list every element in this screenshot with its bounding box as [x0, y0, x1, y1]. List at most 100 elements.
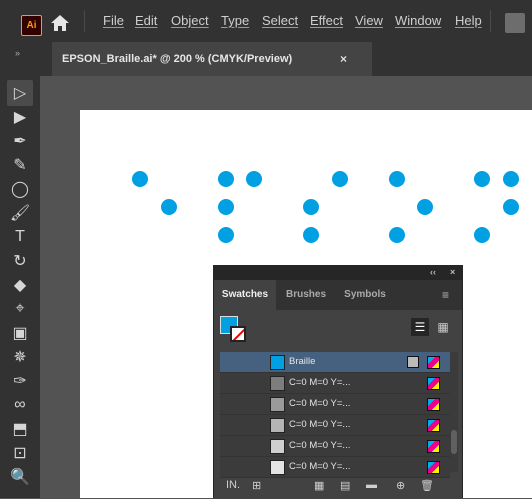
braille-dot[interactable]	[417, 199, 433, 215]
braille-dot[interactable]	[389, 171, 405, 187]
braille-dot[interactable]	[303, 199, 319, 215]
swatches-panel: ‹‹ × Swatches Brushes Symbols ≡ ☰ ▦ Brai…	[213, 265, 463, 499]
zoom-tool[interactable]: 🔍	[7, 464, 33, 490]
cmyk-mode-icon	[427, 440, 440, 453]
cmyk-mode-icon	[427, 419, 440, 432]
share-icon[interactable]	[505, 13, 525, 33]
swatch-label: C=0 M=0 Y=...	[289, 461, 351, 472]
close-icon[interactable]: ×	[450, 267, 455, 277]
swatch-chip	[270, 376, 285, 391]
swatch-label: C=0 M=0 Y=...	[289, 398, 351, 409]
braille-dot[interactable]	[132, 171, 148, 187]
collapse-icon[interactable]: ‹‹	[430, 267, 436, 277]
braille-dot[interactable]	[503, 171, 519, 187]
symbol-sprayer-tool[interactable]: ✵	[7, 344, 33, 370]
menu-divider	[490, 10, 491, 32]
place-swatches-icon[interactable]: ⊞	[252, 479, 261, 492]
menu-help[interactable]: Help	[455, 13, 482, 28]
show-kinds-icon[interactable]: ▦	[314, 479, 324, 492]
braille-dot[interactable]	[474, 227, 490, 243]
braille-dot[interactable]	[161, 199, 177, 215]
menu-edit[interactable]: Edit	[135, 13, 157, 28]
app-logo: Ai	[21, 15, 42, 36]
swatch-row[interactable]: C=0 M=0 Y=...	[220, 373, 450, 394]
stroke-swatch[interactable]	[230, 326, 246, 342]
swatch-row[interactable]: C=0 M=0 Y=...	[220, 457, 450, 478]
swatch-chip	[270, 460, 285, 475]
home-icon[interactable]	[48, 11, 72, 35]
selection-tool[interactable]: ▷	[7, 80, 33, 106]
new-group-icon[interactable]: ▬	[366, 479, 377, 491]
scrollbar[interactable]	[450, 352, 458, 472]
menu-select[interactable]: Select	[262, 13, 298, 28]
artboard-tool[interactable]: ⊡	[7, 440, 33, 466]
menu-file[interactable]: File	[103, 13, 124, 28]
tab-swatches[interactable]: Swatches	[214, 280, 276, 310]
panel-header[interactable]: ‹‹ ×	[214, 266, 462, 280]
panel-footer: IN. ⊞ ▦ ▤ ▬ ⊕ 🗑	[220, 476, 456, 496]
width-tool[interactable]: ⌖	[7, 296, 33, 322]
menu-effect[interactable]: Effect	[310, 13, 343, 28]
direct-selection-tool[interactable]: ▶	[7, 104, 33, 130]
cmyk-mode-icon	[427, 398, 440, 411]
document-tab-title: EPSON_Braille.ai* @ 200 % (CMYK/Preview)	[62, 53, 293, 65]
menu-object[interactable]: Object	[171, 13, 209, 28]
toolbar-collapse-icon[interactable]: »	[15, 48, 20, 58]
scrollbar-thumb[interactable]	[451, 430, 457, 454]
swatch-label: Braille	[289, 356, 316, 367]
swatch-row[interactable]: C=0 M=0 Y=...	[220, 436, 450, 457]
curvature-tool[interactable]: ✎	[7, 152, 33, 178]
tools-panel: » ▷ ▶ ✒ ✎ ◯ 🖌 T ↻ ◆ ⌖ ▣ ✵ ✑ ∞ ⬒ ⊡ 🔍	[0, 42, 40, 498]
braille-dot[interactable]	[218, 171, 234, 187]
tab-brushes[interactable]: Brushes	[276, 280, 336, 310]
swatch-row[interactable]: C=0 M=0 Y=...	[220, 394, 450, 415]
swatch-label: C=0 M=0 Y=...	[289, 419, 351, 430]
close-icon[interactable]: ×	[340, 52, 347, 66]
list-view-icon[interactable]: ☰	[411, 318, 429, 336]
braille-dot[interactable]	[246, 171, 262, 187]
swatch-list: Braille C=0 M=0 Y=... C=0 M=0 Y=... C=0 M=0…	[220, 352, 450, 478]
menu-type[interactable]: Type	[221, 13, 249, 28]
braille-dot[interactable]	[503, 199, 519, 215]
delete-swatch-icon[interactable]: 🗑	[420, 479, 434, 492]
menu-window[interactable]: Window	[395, 13, 441, 28]
menu-bar: Ai File Edit Object Type Select Effect V…	[0, 0, 532, 42]
paintbrush-tool[interactable]: 🖌	[7, 200, 33, 226]
swatches-body: ☰ ▦ Braille C=0 M=0 Y=... C=0 M=0 Y=... C=0…	[214, 310, 462, 499]
swatch-chip	[270, 355, 285, 370]
braille-dot[interactable]	[303, 227, 319, 243]
braille-dot[interactable]	[474, 171, 490, 187]
swatch-libraries-icon[interactable]: IN.	[226, 479, 240, 491]
document-tab[interactable]: EPSON_Braille.ai* @ 200 % (CMYK/Preview)…	[52, 42, 372, 76]
shape-builder-tool[interactable]: ⬒	[7, 416, 33, 442]
cmyk-mode-icon	[427, 377, 440, 390]
braille-dot[interactable]	[389, 227, 405, 243]
rotate-tool[interactable]: ↻	[7, 248, 33, 274]
blend-tool[interactable]: ∞	[7, 392, 33, 418]
swatch-options-icon[interactable]: ▤	[340, 479, 350, 492]
eyedropper-tool[interactable]: ✑	[7, 368, 33, 394]
menu-view[interactable]: View	[355, 13, 383, 28]
new-swatch-icon[interactable]: ⊕	[396, 479, 405, 492]
grid-view-icon[interactable]: ▦	[434, 318, 452, 336]
document-tab-bar: EPSON_Braille.ai* @ 200 % (CMYK/Preview)…	[40, 42, 532, 76]
swatch-chip	[270, 439, 285, 454]
ellipse-tool[interactable]: ◯	[7, 176, 33, 202]
gradient-tool[interactable]: ▣	[7, 320, 33, 346]
panel-menu-icon[interactable]: ≡	[442, 288, 449, 302]
swatch-chip	[270, 418, 285, 433]
cmyk-mode-icon	[427, 461, 440, 474]
swatch-row[interactable]: Braille	[220, 352, 450, 373]
cmyk-mode-icon	[427, 356, 440, 369]
swatch-row[interactable]: C=0 M=0 Y=...	[220, 415, 450, 436]
tab-symbols[interactable]: Symbols	[336, 280, 394, 310]
spot-color-icon	[407, 356, 419, 368]
swatch-label: C=0 M=0 Y=...	[289, 440, 351, 451]
panel-tabs: Swatches Brushes Symbols ≡	[214, 280, 462, 310]
eraser-tool[interactable]: ◆	[7, 272, 33, 298]
type-tool[interactable]: T	[7, 224, 33, 250]
braille-dot[interactable]	[218, 227, 234, 243]
braille-dot[interactable]	[218, 199, 234, 215]
braille-dot[interactable]	[332, 171, 348, 187]
pen-tool[interactable]: ✒	[7, 128, 33, 154]
